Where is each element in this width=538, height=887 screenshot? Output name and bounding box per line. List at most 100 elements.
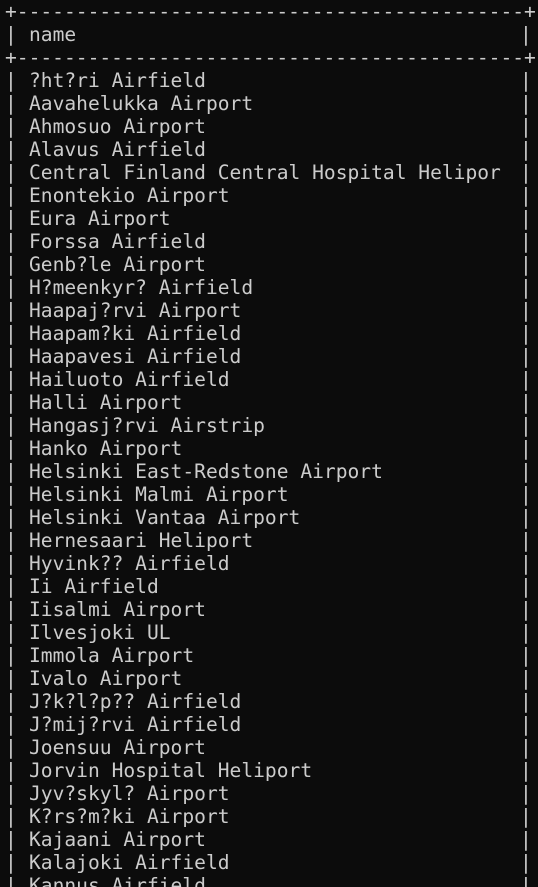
terminal-window[interactable]: +---------------------------------------… xyxy=(0,0,538,887)
table-pipe-right: | xyxy=(520,391,532,414)
table-row: Hernesaari Heliport xyxy=(29,529,254,552)
table-pipe-right: | xyxy=(520,483,532,506)
table-pipe-left: | xyxy=(5,621,17,644)
table-pipe-right: | xyxy=(520,414,532,437)
table-pipe-right: | xyxy=(520,690,532,713)
table-pipe-right: | xyxy=(520,644,532,667)
table-pipe-right: | xyxy=(520,253,532,276)
table-pipe-left: | xyxy=(5,529,17,552)
table-pipe-left: | xyxy=(5,552,17,575)
table-pipe-left: | xyxy=(5,391,17,414)
table-row: K?rs?m?ki Airport xyxy=(29,805,230,828)
table-row: Genb?le Airport xyxy=(29,253,206,276)
table-pipe-left: | xyxy=(5,506,17,529)
table-pipe-left: | xyxy=(5,736,17,759)
table-pipe-left: | xyxy=(5,644,17,667)
table-pipe-left: | xyxy=(5,115,17,138)
table-pipe-left: | xyxy=(5,759,17,782)
table-pipe-left: | xyxy=(5,598,17,621)
table-row: Kalajoki Airfield xyxy=(29,851,230,874)
table-border-top: +---------------------------------------… xyxy=(5,0,536,23)
table-row: Ilvesjoki UL xyxy=(29,621,171,644)
table-pipe-left: | xyxy=(5,874,17,887)
table-pipe-right: | xyxy=(520,299,532,322)
table-pipe-right: | xyxy=(520,874,532,887)
table-row: Ii Airfield xyxy=(29,575,159,598)
table-pipe-left: | xyxy=(5,414,17,437)
table-pipe-left: | xyxy=(5,851,17,874)
table-pipe-right: | xyxy=(520,230,532,253)
table-pipe-right: | xyxy=(520,621,532,644)
table-row: Eura Airport xyxy=(29,207,171,230)
table-border-header: +---------------------------------------… xyxy=(5,46,536,69)
table-row: Haapam?ki Airfield xyxy=(29,322,242,345)
table-pipe-left: | xyxy=(5,23,17,46)
table-row: Joensuu Airport xyxy=(29,736,206,759)
table-pipe-right: | xyxy=(520,529,532,552)
table-pipe-right: | xyxy=(520,805,532,828)
table-row: Helsinki Malmi Airport xyxy=(29,483,289,506)
table-pipe-right: | xyxy=(520,575,532,598)
table-row: Helsinki Vantaa Airport xyxy=(29,506,301,529)
table-pipe-right: | xyxy=(520,736,532,759)
table-row: Jorvin Hospital Heliport xyxy=(29,759,313,782)
table-row: Kajaani Airport xyxy=(29,828,206,851)
table-pipe-left: | xyxy=(5,828,17,851)
table-row: Iisalmi Airport xyxy=(29,598,206,621)
table-pipe-left: | xyxy=(5,460,17,483)
table-pipe-right: | xyxy=(520,161,532,184)
table-pipe-left: | xyxy=(5,437,17,460)
table-pipe-right: | xyxy=(520,851,532,874)
table-pipe-right: | xyxy=(520,92,532,115)
table-pipe-right: | xyxy=(520,115,532,138)
table-pipe-left: | xyxy=(5,253,17,276)
table-row: Haapaj?rvi Airport xyxy=(29,299,242,322)
table-pipe-right: | xyxy=(520,460,532,483)
table-pipe-right: | xyxy=(520,759,532,782)
table-pipe-left: | xyxy=(5,713,17,736)
table-row: Ivalo Airport xyxy=(29,667,183,690)
table-pipe-left: | xyxy=(5,299,17,322)
table-row: ?ht?ri Airfield xyxy=(29,69,206,92)
table-row: Immola Airport xyxy=(29,644,195,667)
table-pipe-left: | xyxy=(5,138,17,161)
table-pipe-left: | xyxy=(5,230,17,253)
table-row: Enontekio Airport xyxy=(29,184,230,207)
table-row: H?meenkyr? Airfield xyxy=(29,276,254,299)
table-pipe-left: | xyxy=(5,483,17,506)
table-row: Ahmosuo Airport xyxy=(29,115,206,138)
table-pipe-left: | xyxy=(5,575,17,598)
table-pipe-right: | xyxy=(520,598,532,621)
table-row: Jyv?skyl? Airport xyxy=(29,782,230,805)
table-row: Alavus Airfield xyxy=(29,138,206,161)
table-pipe-right: | xyxy=(520,552,532,575)
table-row: Forssa Airfield xyxy=(29,230,206,253)
table-pipe-left: | xyxy=(5,276,17,299)
table-pipe-left: | xyxy=(5,690,17,713)
table-pipe-left: | xyxy=(5,368,17,391)
table-row: Halli Airport xyxy=(29,391,183,414)
table-row: J?k?l?p?? Airfield xyxy=(29,690,242,713)
table-pipe-left: | xyxy=(5,69,17,92)
table-pipe-right: | xyxy=(520,437,532,460)
table-row: Central Finland Central Hospital Helipor xyxy=(29,161,501,184)
table-pipe-right: | xyxy=(520,207,532,230)
table-row: J?mij?rvi Airfield xyxy=(29,713,242,736)
column-header-name: name xyxy=(29,23,77,46)
table-pipe-right: | xyxy=(520,713,532,736)
table-pipe-left: | xyxy=(5,782,17,805)
table-row: Aavahelukka Airport xyxy=(29,92,254,115)
table-pipe-left: | xyxy=(5,184,17,207)
table-pipe-left: | xyxy=(5,345,17,368)
table-pipe-right: | xyxy=(520,138,532,161)
table-pipe-right: | xyxy=(520,506,532,529)
table-row: Hanko Airport xyxy=(29,437,183,460)
table-pipe-left: | xyxy=(5,92,17,115)
table-row: Hailuoto Airfield xyxy=(29,368,230,391)
table-pipe-right: | xyxy=(520,782,532,805)
table-pipe-right: | xyxy=(520,345,532,368)
table-pipe-right: | xyxy=(520,667,532,690)
table-pipe-right: | xyxy=(520,322,532,345)
table-row: Kannus Airfield xyxy=(29,874,206,887)
table-row: Haapavesi Airfield xyxy=(29,345,242,368)
